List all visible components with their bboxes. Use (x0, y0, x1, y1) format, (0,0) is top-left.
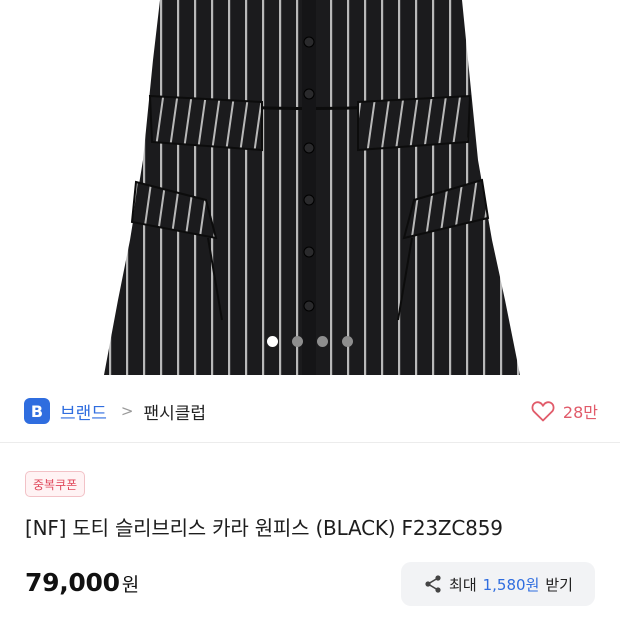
like-button[interactable]: 28만 (531, 399, 598, 423)
divider (0, 442, 620, 443)
brand-link[interactable]: 브랜드 (60, 399, 107, 424)
carousel-dot[interactable] (317, 336, 328, 347)
like-count: 28만 (562, 403, 598, 422)
share-icon (425, 575, 441, 593)
share-amount: 1,580원 (482, 575, 540, 594)
product-price: 79,000 원 (25, 568, 139, 597)
carousel-indicator (0, 336, 620, 347)
product-title: [NF] 도티 슬리브리스 카라 원피스 (BLACK) F23ZC859 (25, 516, 503, 540)
share-suffix: 받기 (545, 575, 573, 594)
carousel-dot[interactable] (342, 336, 353, 347)
heart-icon (531, 401, 555, 422)
product-image (104, 0, 520, 375)
carousel-dot[interactable] (292, 336, 303, 347)
brand-bar: B 브랜드 > 팬시클럽 28만 (0, 380, 620, 442)
share-reward-button[interactable]: 최대 1,580원 받기 (401, 562, 595, 606)
carousel-dot[interactable] (267, 336, 278, 347)
share-prefix: 최대 (449, 575, 477, 594)
coupon-badge: 중복쿠폰 (25, 471, 86, 497)
price-value: 79,000 (25, 568, 120, 597)
product-image-carousel[interactable] (0, 0, 620, 380)
store-name-link[interactable]: 팬시클럽 (144, 399, 207, 424)
chevron-right-icon: > (120, 402, 134, 420)
brand-badge-icon[interactable]: B (24, 398, 50, 424)
price-unit: 원 (121, 574, 139, 596)
